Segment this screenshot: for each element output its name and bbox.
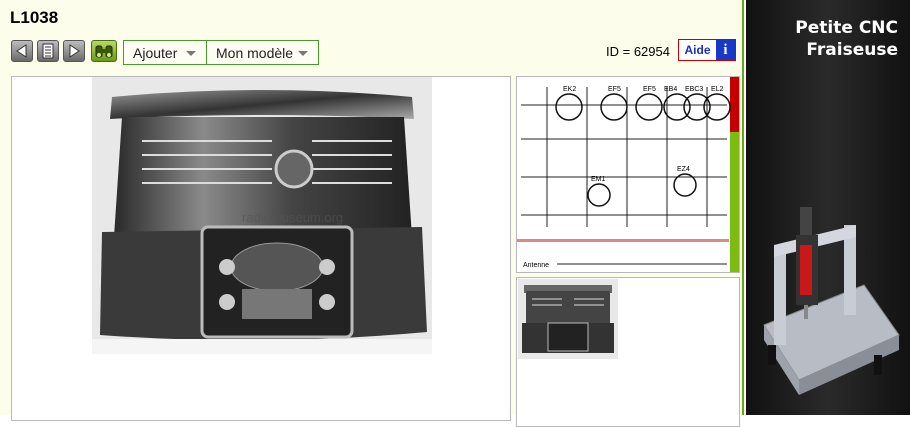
page-title: L1038 <box>10 8 59 27</box>
tube-label: EF5 <box>608 86 621 93</box>
cnc-machine-image <box>763 207 900 395</box>
ad-title-line1: Petite CNC <box>795 18 898 38</box>
main-photo-panel: radiomuseum.org <box>11 76 511 421</box>
tube-label: EBC3 <box>685 86 703 93</box>
help-label: Aide <box>684 43 711 57</box>
schematic-thumbnail[interactable]: EK2 EF5 EF5 EB4 EBC3 EL2 EM1 EZ4 Antenne <box>517 77 739 272</box>
thumbnails-panel <box>516 277 740 427</box>
model-id: ID = 62954 <box>606 44 670 59</box>
watermark-text: radiomuseum.org <box>242 210 343 225</box>
chevron-down-icon <box>298 51 308 56</box>
search-models-button[interactable] <box>91 40 117 62</box>
previous-button[interactable] <box>11 40 33 62</box>
schematic-panel: EK2 EF5 EF5 EB4 EBC3 EL2 EM1 EZ4 Antenne <box>516 76 740 273</box>
help-button[interactable]: Aide i <box>678 39 736 61</box>
triangle-right-icon <box>69 44 80 58</box>
tube-label: EB4 <box>664 86 677 93</box>
tube-label: EZ4 <box>677 166 690 173</box>
tube-label: EM1 <box>591 176 606 183</box>
list-button[interactable] <box>37 40 59 62</box>
document-list-icon <box>42 43 54 59</box>
chevron-down-icon <box>186 51 196 56</box>
advertisement-banner[interactable]: Petite CNC Fraiseuse <box>746 0 910 415</box>
main-content: L1038 Ajouter Mon modèle ID = 62954 Aide… <box>0 0 744 427</box>
tube-label: EK2 <box>563 86 576 93</box>
ad-title-line2: Fraiseuse <box>806 40 898 60</box>
mon-modele-dropdown[interactable]: Mon modèle <box>206 40 319 65</box>
binoculars-icon <box>95 45 113 58</box>
ajouter-label: Ajouter <box>133 44 178 61</box>
mon-modele-label: Mon modèle <box>216 44 294 61</box>
triangle-left-icon <box>16 44 27 58</box>
ajouter-dropdown[interactable]: Ajouter <box>123 40 207 65</box>
next-button[interactable] <box>63 40 85 62</box>
info-icon: i <box>716 40 735 60</box>
antenna-label: Antenne <box>523 262 549 269</box>
tube-label: EF5 <box>643 86 656 93</box>
tube-label: EL2 <box>711 86 724 93</box>
radio-photo[interactable]: radiomuseum.org <box>92 77 432 354</box>
photo-thumbnail[interactable] <box>518 279 618 359</box>
